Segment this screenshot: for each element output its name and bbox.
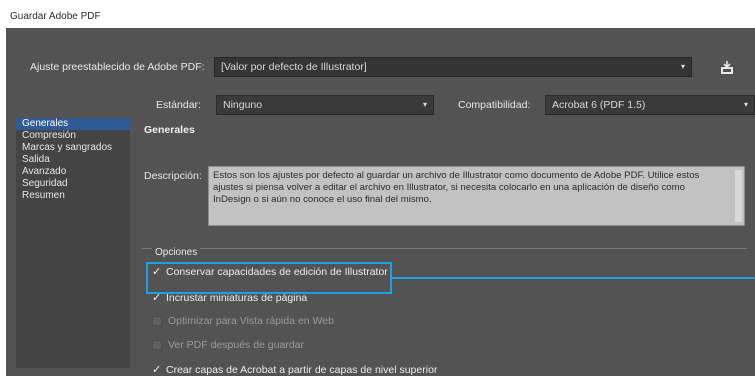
compatibility-label: Compatibilidad: [458, 99, 531, 111]
sidebar-item-generales[interactable]: Generales [16, 118, 130, 130]
chevron-down-icon: ▾ [743, 100, 748, 109]
standard-value: Ninguno [223, 99, 263, 111]
standard-dropdown[interactable]: Ninguno ▾ [216, 95, 434, 115]
section-title: Generales [144, 124, 195, 136]
sidebar-item-compresion[interactable]: Compresión [16, 130, 130, 142]
preset-value: [Valor por defecto de Illustrator] [221, 61, 367, 73]
compatibility-value: Acrobat 6 (PDF 1.5) [552, 99, 646, 111]
window-title: Guardar Adobe PDF [10, 11, 101, 22]
save-preset-icon[interactable] [719, 60, 735, 76]
sidebar-item-avanzado[interactable]: Avanzado [16, 166, 130, 178]
description-label: Descripción: [144, 170, 202, 182]
dialog-body: Ajuste preestablecido de Adobe PDF: [Val… [6, 28, 755, 376]
callout-line [392, 277, 755, 279]
checkmark-icon: ✓ [152, 364, 162, 376]
preset-dropdown[interactable]: [Valor por defecto de Illustrator] ▾ [214, 57, 692, 77]
option-label: Optimizar para Vista rápida en Web [168, 315, 334, 327]
option-label: Crear capas de Acrobat a partir de capas… [166, 364, 438, 376]
save-pdf-window: Guardar Adobe PDF Ajuste preestablecido … [0, 0, 755, 376]
option-view-pdf-after-save[interactable]: Ver PDF después de guardar [152, 339, 304, 355]
chevron-down-icon: ▾ [422, 100, 427, 109]
option-label: Ver PDF después de guardar [168, 339, 304, 351]
option-create-acrobat-layers[interactable]: ✓ Crear capas de Acrobat a partir de capa… [152, 363, 437, 379]
standard-label: Estándar: [156, 99, 201, 111]
general-panel: Generales Descripción: Estos son los aju… [134, 118, 755, 376]
sidebar-item-salida[interactable]: Salida [16, 154, 130, 166]
option-fast-web-view[interactable]: Optimizar para Vista rápida en Web [152, 315, 334, 331]
chevron-down-icon: ▾ [680, 62, 685, 71]
highlight-box [146, 262, 392, 294]
title-bar: Guardar Adobe PDF [6, 6, 755, 29]
description-scrollbar[interactable] [735, 170, 742, 222]
compatibility-dropdown[interactable]: Acrobat 6 (PDF 1.5) ▾ [545, 95, 755, 115]
checkbox-unchecked [152, 340, 162, 351]
sidebar-item-marcas-sangrados[interactable]: Marcas y sangrados [16, 142, 130, 154]
description-box: Estos son los ajustes por defecto al gua… [208, 166, 745, 226]
description-text: Estos son los ajustes por defecto al gua… [213, 170, 700, 205]
sidebar-item-resumen[interactable]: Resumen [16, 190, 130, 202]
sidebar-item-seguridad[interactable]: Seguridad [16, 178, 130, 190]
options-title: Opciones [152, 247, 201, 258]
preset-label: Ajuste preestablecido de Adobe PDF: [30, 61, 205, 73]
category-sidebar: Generales Compresión Marcas y sangrados … [16, 118, 130, 368]
checkbox-unchecked [152, 316, 162, 327]
